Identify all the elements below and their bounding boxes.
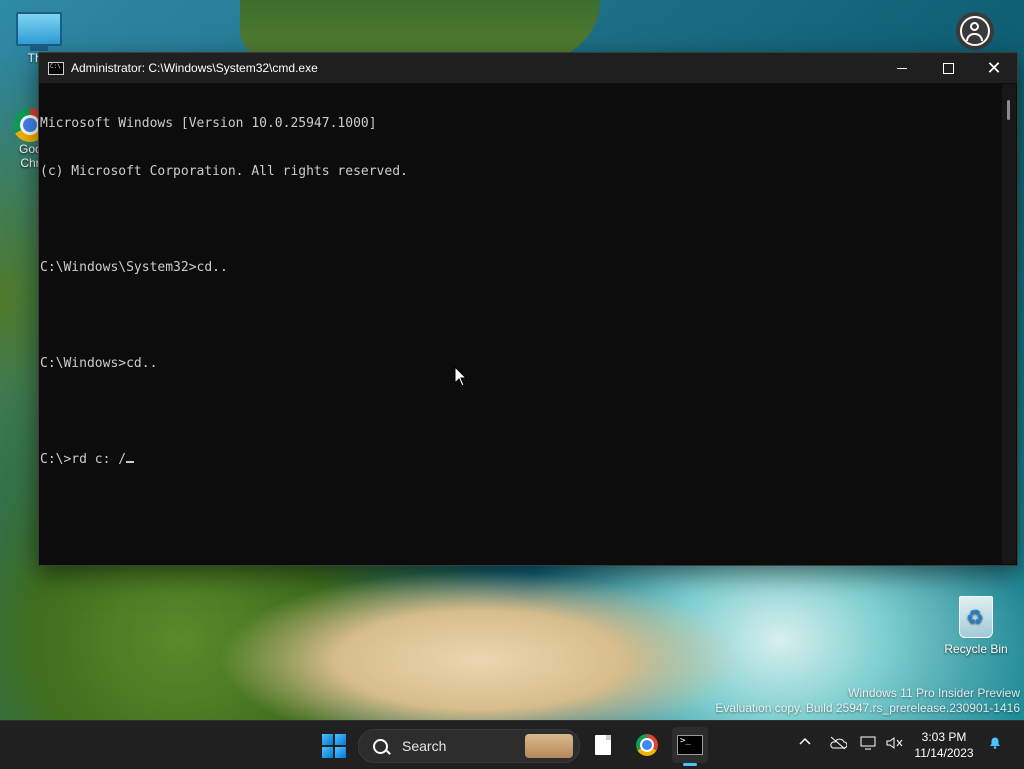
display-icon[interactable] (860, 736, 878, 750)
watermark-build: Evaluation copy. Build 25947.rs_prerelea… (715, 701, 1020, 715)
search-box[interactable]: Search (358, 729, 580, 763)
desktop-icon-recycle-bin[interactable]: Recycle Bin (942, 596, 1010, 656)
active-app-indicator (683, 763, 697, 766)
file-icon (595, 735, 611, 755)
close-button[interactable]: ✕ (971, 53, 1017, 83)
window-title: Administrator: C:\Windows\System32\cmd.e… (71, 61, 318, 75)
network-off-icon[interactable] (829, 736, 847, 750)
wallpaper-cliff (240, 0, 600, 60)
recycle-bin-icon (959, 596, 993, 638)
text-cursor (126, 461, 135, 463)
terminal-icon (677, 735, 703, 755)
chevron-up-icon[interactable] (799, 736, 811, 748)
search-label: Search (402, 738, 447, 754)
os-watermark: Windows 11 Pro Insider Preview Evaluatio… (715, 686, 1020, 716)
windows-logo-icon (322, 734, 333, 745)
this-pc-icon (16, 12, 62, 46)
window-titlebar[interactable]: Administrator: C:\Windows\System32\cmd.e… (39, 53, 1017, 83)
scrollbar-thumb[interactable] (1007, 100, 1010, 120)
console-line: C:\Windows>cd.. (40, 356, 158, 371)
cmd-icon[interactable] (48, 61, 64, 75)
console-line: (c) Microsoft Corporation. All rights re… (40, 164, 408, 179)
user-account-icon[interactable] (956, 12, 994, 50)
clock-time: 3:03 PM (921, 730, 967, 744)
recycle-bin-label: Recycle Bin (944, 642, 1008, 656)
taskbar: Search 3:03 PM 11/14/2023 (0, 720, 1024, 769)
cmd-window[interactable]: Administrator: C:\Windows\System32\cmd.e… (38, 52, 1018, 566)
maximize-button[interactable] (925, 53, 971, 83)
console-prompt-command: C:\>rd c: / (40, 452, 127, 467)
taskbar-file-explorer[interactable] (585, 727, 621, 763)
console-line: Microsoft Windows [Version 10.0.25947.10… (40, 116, 377, 131)
taskbar-chrome[interactable] (629, 727, 665, 763)
clock-date: 11/14/2023 (914, 746, 974, 760)
volume-muted-icon[interactable] (886, 736, 904, 750)
minimize-button[interactable] (879, 53, 925, 83)
taskbar-terminal[interactable] (672, 727, 708, 763)
console-input-line[interactable]: C:\>rd c: / (40, 452, 1002, 468)
bell-icon[interactable] (988, 735, 1002, 749)
maximize-icon (942, 62, 954, 74)
start-button[interactable] (322, 734, 346, 758)
search-highlight-image (525, 734, 573, 758)
console-scrollbar[interactable] (1002, 84, 1016, 564)
minimize-icon (897, 67, 907, 69)
chrome-icon (636, 734, 658, 756)
watermark-edition: Windows 11 Pro Insider Preview (848, 686, 1020, 700)
search-icon (373, 738, 388, 754)
close-icon: ✕ (986, 58, 1002, 78)
console-line: C:\Windows\System32>cd.. (40, 260, 228, 275)
console-output[interactable]: Microsoft Windows [Version 10.0.25947.10… (39, 84, 1002, 564)
system-clock[interactable]: 3:03 PM 11/14/2023 (912, 729, 976, 761)
